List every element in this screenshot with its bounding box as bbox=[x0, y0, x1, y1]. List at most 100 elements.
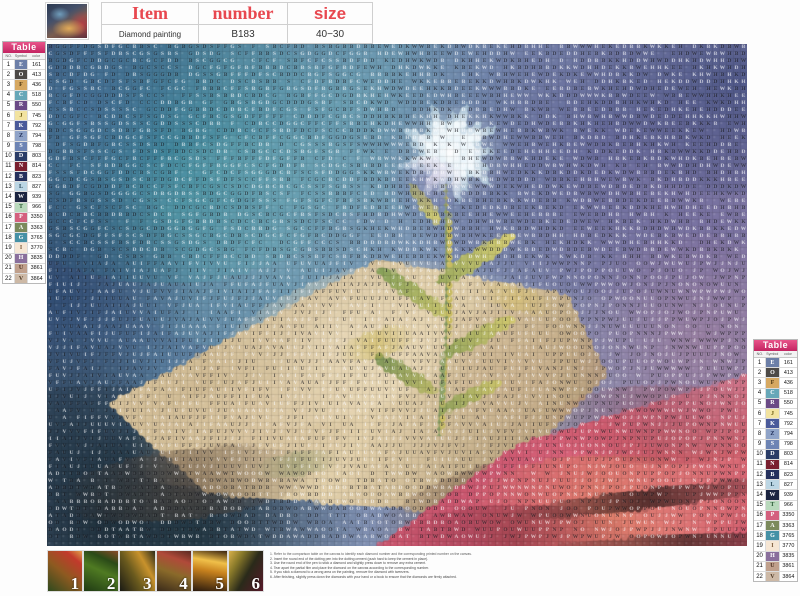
canvas-symbol: K bbox=[362, 94, 369, 99]
canvas-symbol: E bbox=[733, 136, 740, 141]
canvas-symbol: W bbox=[677, 304, 684, 309]
canvas-symbol: D bbox=[516, 178, 523, 183]
canvas-symbol: W bbox=[558, 262, 565, 267]
canvas-symbol: I bbox=[117, 304, 124, 309]
canvas-symbol: A bbox=[313, 381, 320, 386]
canvas-symbol: S bbox=[145, 150, 152, 155]
canvas-symbol: W bbox=[740, 227, 747, 232]
canvas-symbol: F bbox=[131, 150, 138, 155]
canvas-symbol: U bbox=[383, 325, 390, 330]
canvas-symbol: F bbox=[229, 178, 236, 183]
canvas-symbol: A bbox=[509, 276, 516, 281]
canvas-symbol: V bbox=[474, 395, 481, 400]
canvas-symbol: K bbox=[607, 59, 614, 64]
canvas-symbol: V bbox=[145, 276, 152, 281]
canvas-symbol: B bbox=[600, 143, 607, 148]
canvas-symbol: D bbox=[488, 206, 495, 211]
canvas-symbol: G bbox=[215, 59, 222, 64]
canvas-symbol: F bbox=[222, 332, 229, 337]
canvas-symbol: J bbox=[159, 346, 166, 351]
canvas-symbol: I bbox=[243, 360, 250, 365]
canvas-symbol: W bbox=[439, 136, 446, 141]
canvas-symbol: U bbox=[117, 374, 124, 379]
canvas-symbol: O bbox=[614, 367, 621, 372]
canvas-symbol: B bbox=[572, 192, 579, 197]
canvas-symbol: E bbox=[726, 164, 733, 169]
canvas-symbol: F bbox=[208, 255, 215, 260]
canvas-symbol: E bbox=[705, 234, 712, 239]
canvas-symbol: K bbox=[621, 73, 628, 78]
canvas-symbol: E bbox=[656, 192, 663, 197]
row-number: 11 bbox=[3, 162, 15, 171]
canvas-symbol: K bbox=[446, 213, 453, 218]
canvas-symbol: U bbox=[327, 402, 334, 407]
canvas-symbol: G bbox=[152, 122, 159, 127]
canvas-symbol: V bbox=[306, 283, 313, 288]
canvas-symbol: J bbox=[600, 304, 607, 309]
canvas-symbol: B bbox=[173, 150, 180, 155]
canvas-symbol: E bbox=[425, 192, 432, 197]
canvas-symbol: G bbox=[152, 73, 159, 78]
canvas-symbol: G bbox=[61, 94, 68, 99]
color-table-row: 15 T 966 bbox=[3, 203, 45, 213]
canvas-symbol: K bbox=[537, 80, 544, 85]
canvas-symbol: F bbox=[341, 311, 348, 316]
canvas-symbol: D bbox=[54, 115, 61, 120]
canvas-symbol: W bbox=[579, 213, 586, 218]
canvas-symbol: D bbox=[215, 143, 222, 148]
canvas-symbol: G bbox=[292, 87, 299, 92]
canvas-symbol: G bbox=[96, 171, 103, 176]
canvas-symbol: U bbox=[572, 374, 579, 379]
canvas-symbol: J bbox=[586, 325, 593, 330]
canvas-symbol: O bbox=[656, 276, 663, 281]
canvas-symbol: I bbox=[278, 395, 285, 400]
canvas-symbol: I bbox=[320, 269, 327, 274]
canvas-symbol: W bbox=[551, 297, 558, 302]
canvas-symbol: N bbox=[551, 367, 558, 372]
canvas-symbol: A bbox=[110, 311, 117, 316]
canvas-symbol: C bbox=[243, 129, 250, 134]
canvas-symbol: F bbox=[236, 143, 243, 148]
canvas-symbol: F bbox=[96, 276, 103, 281]
canvas-symbol: C bbox=[278, 150, 285, 155]
canvas-symbol: I bbox=[530, 297, 537, 302]
color-table-row: 3 F 436 bbox=[754, 378, 797, 388]
canvas-symbol: D bbox=[712, 108, 719, 113]
canvas-symbol: F bbox=[159, 157, 166, 162]
canvas-symbol: C bbox=[124, 45, 131, 50]
canvas-symbol: A bbox=[271, 276, 278, 281]
canvas-symbol: J bbox=[488, 381, 495, 386]
canvas-symbol: H bbox=[509, 164, 516, 169]
canvas-symbol: F bbox=[229, 353, 236, 358]
canvas-symbol: K bbox=[572, 122, 579, 127]
canvas-symbol: D bbox=[285, 101, 292, 106]
canvas-symbol: E bbox=[558, 213, 565, 218]
spec-col-size: size bbox=[288, 3, 373, 25]
canvas-symbol: H bbox=[481, 101, 488, 106]
canvas-symbol: F bbox=[257, 115, 264, 120]
canvas-symbol: D bbox=[621, 136, 628, 141]
canvas-symbol: J bbox=[82, 297, 89, 302]
canvas-symbol: D bbox=[684, 178, 691, 183]
canvas-symbol: C bbox=[61, 220, 68, 225]
canvas-symbol: B bbox=[733, 52, 740, 57]
canvas-symbol: I bbox=[215, 339, 222, 344]
canvas-symbol: H bbox=[509, 255, 516, 260]
canvas-symbol: P bbox=[551, 374, 558, 379]
canvas-symbol: W bbox=[544, 136, 551, 141]
canvas-symbol: H bbox=[376, 248, 383, 253]
canvas-symbol: G bbox=[47, 241, 54, 246]
canvas-symbol: D bbox=[404, 101, 411, 106]
canvas-symbol: B bbox=[236, 108, 243, 113]
canvas-symbol: V bbox=[138, 311, 145, 316]
canvas-symbol: E bbox=[628, 185, 635, 190]
row-symbol-swatch: F bbox=[766, 378, 780, 387]
canvas-symbol: C bbox=[54, 101, 61, 106]
canvas-symbol: D bbox=[621, 171, 628, 176]
canvas-symbol: F bbox=[355, 381, 362, 386]
canvas-symbol: B bbox=[348, 101, 355, 106]
canvas-symbol: U bbox=[642, 325, 649, 330]
row-symbol-swatch: Z bbox=[15, 131, 28, 140]
canvas-symbol: A bbox=[439, 374, 446, 379]
canvas-symbol: D bbox=[229, 241, 236, 246]
